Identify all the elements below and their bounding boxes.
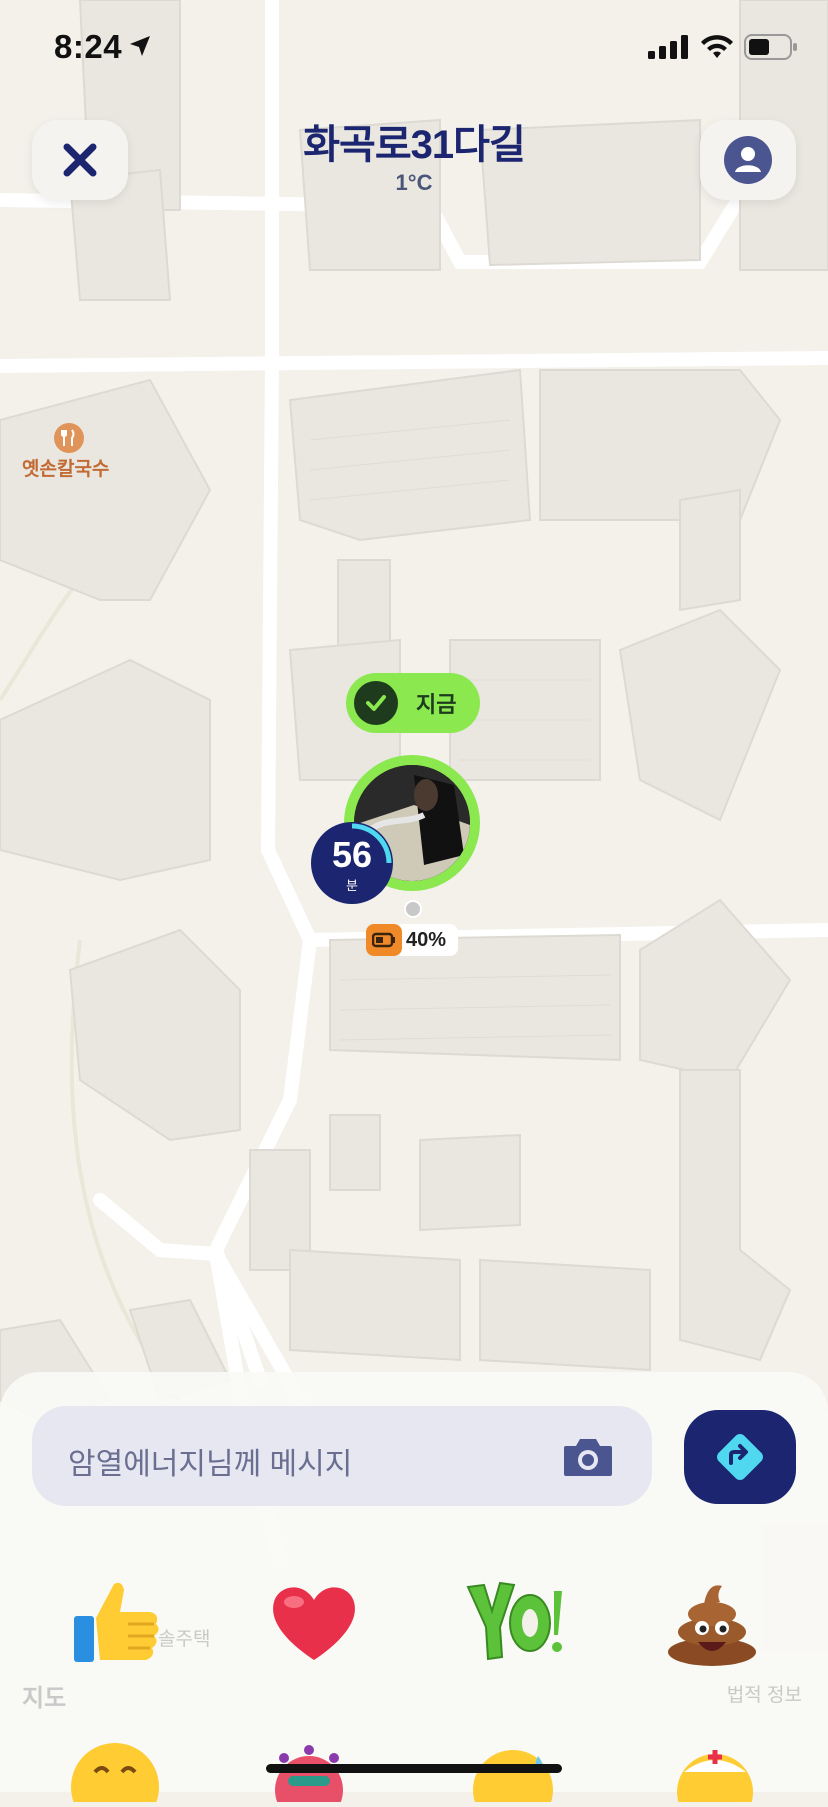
pin-location-dot	[404, 900, 422, 918]
message-placeholder: 암열에너지님께 메시지	[68, 1448, 353, 1481]
yo-reaction[interactable]	[464, 1572, 564, 1672]
battery-status-icon	[744, 34, 797, 60]
directions-button[interactable]	[684, 1410, 796, 1504]
fork-knife-icon	[61, 429, 75, 446]
yo-sticker-icon	[466, 1581, 562, 1661]
location-arrow-icon	[130, 36, 150, 56]
poi-label[interactable]: 옛손칼국수	[22, 454, 109, 481]
thumbs-up-icon	[74, 1582, 159, 1662]
smile-reaction[interactable]	[70, 1742, 160, 1807]
profile-icon	[724, 136, 772, 184]
restaurant-icon[interactable]	[54, 423, 84, 453]
profile-button[interactable]	[700, 120, 796, 200]
minutes-unit: 분	[346, 878, 358, 893]
battery-icon	[366, 924, 402, 956]
status-bar: 8:24	[0, 0, 828, 100]
legal-link[interactable]: 법적 정보	[727, 1680, 802, 1707]
camera-icon[interactable]	[562, 1436, 614, 1478]
status-icons	[648, 34, 798, 60]
maps-attribution[interactable]: 지도	[22, 1678, 66, 1713]
minutes-value: 56	[331, 834, 373, 875]
check-icon	[354, 681, 398, 725]
wifi-icon	[701, 35, 733, 58]
cellular-signal-icon	[648, 35, 688, 59]
smile-face-icon	[71, 1743, 159, 1807]
home-indicator[interactable]	[266, 1764, 562, 1773]
heart-reaction[interactable]	[264, 1572, 364, 1672]
friend-battery-badge: 40%	[366, 924, 458, 956]
poop-icon	[668, 1585, 756, 1666]
thumbs-up-reaction[interactable]	[66, 1572, 166, 1672]
status-now-badge[interactable]: 지금	[346, 673, 480, 733]
directions-icon	[717, 1434, 763, 1480]
status-time: 8:24	[54, 28, 123, 65]
heart-icon	[273, 1587, 355, 1660]
health-worker-icon	[677, 1750, 753, 1807]
minutes-timer-badge: 56 분	[311, 822, 393, 904]
status-now-label: 지금	[416, 692, 457, 717]
battery-percentage: 40%	[406, 928, 447, 951]
nurse-reaction[interactable]	[670, 1742, 760, 1807]
poop-reaction[interactable]	[662, 1572, 762, 1672]
message-input[interactable]: 암열에너지님께 메시지	[32, 1406, 652, 1506]
